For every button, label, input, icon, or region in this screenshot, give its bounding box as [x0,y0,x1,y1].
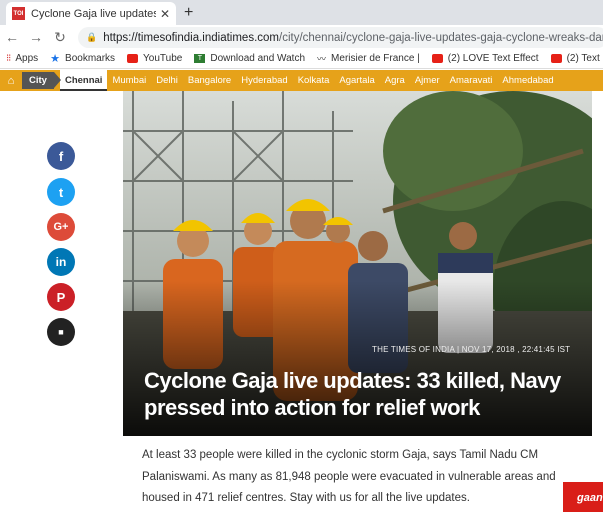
forward-icon[interactable]: → [24,29,48,45]
apps-icon: ⁝⁝ [6,53,11,64]
download-icon: T [194,54,206,63]
youtube-icon [127,54,139,63]
reload-icon[interactable]: ↻ [48,29,72,46]
bookmark-love-text[interactable]: (2) LOVE Text Effect [431,53,539,64]
linkedin-icon: in [55,255,67,269]
browser-toolbar: ← → ↻ 🔒 https://timesofindia.indiatimes.… [0,25,603,49]
bookmark-download[interactable]: T Download and Watch [194,53,305,64]
photo-credit: THE TIMES OF INDIA | NOV 17, 2018 , 22:4… [372,345,571,354]
tab-title: Cyclone Gaja live updates: Navy ... [31,7,156,20]
lock-icon: 🔒 [86,32,98,42]
facebook-share-button[interactable]: f [47,142,75,170]
pinterest-share-button[interactable]: P [47,283,75,311]
back-icon[interactable]: ← [0,29,24,45]
bookmarks-bar: ⁝⁝ Apps ★ Bookmarks YouTube T Download and … [0,49,603,69]
bookmark-apps[interactable]: ⁝⁝ Apps [6,53,38,64]
google-plus-share-button[interactable]: G+ [47,213,75,241]
home-icon[interactable]: ⌂ [0,75,22,87]
city-nav-amaravati[interactable]: Amaravati [445,70,498,91]
twitter-icon: t [58,184,64,200]
city-nav-chennai[interactable]: Chennai [59,70,108,91]
city-nav-bangalore[interactable]: Bangalore [183,70,236,91]
address-bar[interactable]: 🔒 https://timesofindia.indiatimes.com/ci… [78,27,603,48]
google-plus-icon: G+ [53,221,69,233]
bookmark-label: Merisier de France | [331,53,420,64]
ad-banner[interactable]: gaan [563,482,603,512]
bookmark-label: Bookmarks [65,53,116,64]
city-nav-hyderabad[interactable]: Hyderabad [236,70,292,91]
city-label[interactable]: City [22,72,61,89]
city-nav-agra[interactable]: Agra [380,70,410,91]
youtube-icon [431,54,443,63]
city-nav-bar: ⌂ City Chennai Mumbai Delhi Bangalore Hy… [0,70,603,91]
star-icon: ★ [50,53,61,65]
bookmark-youtube[interactable]: YouTube [127,53,182,64]
merisier-icon: 〰 [317,54,327,64]
bookmark-merisier[interactable]: 〰 Merisier de France | [317,52,420,65]
bookmark-text-masking[interactable]: (2) Text Masking Eff [550,53,603,64]
toi-favicon-icon: TOI [12,7,25,20]
bookmark-label: (2) Text Masking Eff [566,53,603,64]
article-headline: Cyclone Gaja live updates: 33 killed, Na… [144,368,561,420]
city-nav-delhi[interactable]: Delhi [151,70,183,91]
city-nav-mumbai[interactable]: Mumbai [107,70,151,91]
city-nav-agartala[interactable]: Agartala [334,70,379,91]
bookmark-label: (2) LOVE Text Effect [447,53,539,64]
twitter-share-button[interactable]: t [47,178,75,206]
bookmark-label: YouTube [143,53,183,64]
new-tab-icon[interactable]: + [184,4,193,22]
city-nav-ajmer[interactable]: Ajmer [410,70,445,91]
comment-button[interactable]: ■ [47,318,75,346]
url-host: https://timesofindia.indiatimes.com [103,31,279,44]
pinterest-icon: P [56,289,66,305]
comment-icon: ■ [58,327,64,337]
close-tab-icon[interactable]: ✕ [160,7,170,21]
bookmark-bookmarks[interactable]: ★ Bookmarks [50,52,115,65]
facebook-icon: f [58,148,64,164]
youtube-icon [550,54,562,63]
url-path: /city/chennai/cyclone-gaja-live-updates-… [279,31,603,44]
bookmark-label: Apps [15,53,39,64]
browser-tab[interactable]: TOI Cyclone Gaja live updates: Navy ... … [6,2,176,25]
article-body: At least 33 people were killed in the cy… [142,449,556,504]
tab-strip: TOI Cyclone Gaja live updates: Navy ... … [0,0,603,25]
city-nav-ahmedabad[interactable]: Ahmedabad [497,70,558,91]
linkedin-share-button[interactable]: in [47,248,75,276]
bookmark-label: Download and Watch [210,53,306,64]
city-nav-kolkata[interactable]: Kolkata [293,70,335,91]
